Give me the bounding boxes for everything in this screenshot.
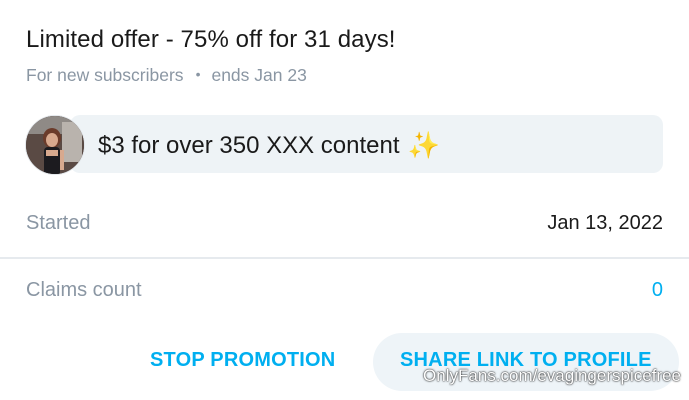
avatar-image [26, 116, 84, 174]
offer-audience: For new subscribers [26, 65, 184, 85]
stop-promotion-button[interactable]: STOP PROMOTION [150, 349, 335, 372]
divider [0, 257, 689, 259]
promotion-message: $3 for over 350 XXX content ✨ [98, 129, 440, 160]
promotion-card: Limited offer - 75% off for 31 days! For… [0, 0, 689, 400]
started-label: Started [26, 212, 91, 234]
sparkles-icon: ✨ [407, 130, 440, 160]
offer-meta: For new subscribers • ends Jan 23 [26, 65, 307, 86]
offer-title: Limited offer - 75% off for 31 days! [26, 26, 396, 53]
promotion-message-bubble: $3 for over 350 XXX content ✨ [70, 115, 663, 173]
promotion-message-text: $3 for over 350 XXX content [98, 132, 400, 159]
offer-end-date: ends Jan 23 [211, 65, 307, 85]
claims-count-value[interactable]: 0 [652, 279, 663, 302]
separator-dot: • [195, 66, 201, 82]
claims-count-label: Claims count [26, 279, 142, 301]
watermark: OnlyFans.com/evagingerspicefree [423, 366, 681, 385]
avatar[interactable] [25, 115, 85, 175]
started-date: Jan 13, 2022 [547, 212, 663, 234]
